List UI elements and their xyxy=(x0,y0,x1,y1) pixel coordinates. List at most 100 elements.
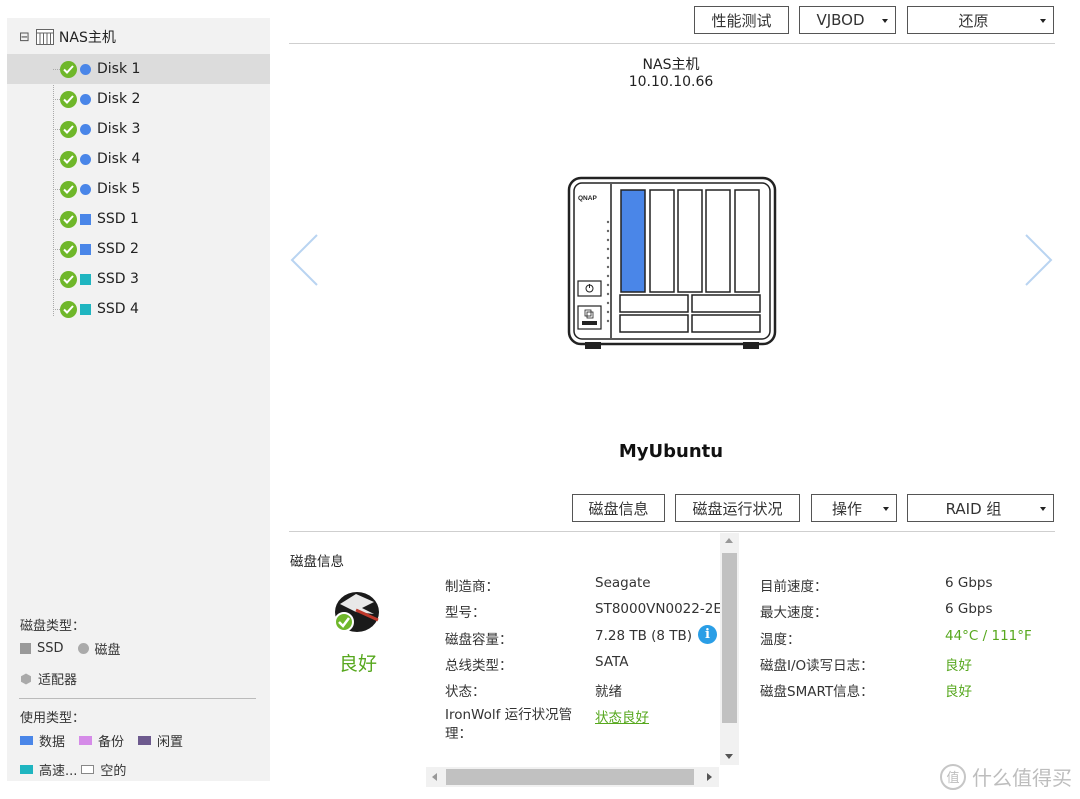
tree-item-label: Disk 4 xyxy=(97,151,141,167)
ssd-type-icon xyxy=(80,213,91,225)
restore-dropdown[interactable]: 还原 xyxy=(907,6,1054,34)
legend-data-label: 数据 xyxy=(39,735,66,750)
tree-root-label: NAS主机 xyxy=(58,30,116,46)
operation-dropdown[interactable]: 操作 xyxy=(811,494,897,522)
usage-type-legend-2: 高速... 空的 xyxy=(20,760,140,779)
device-name: NAS主机 xyxy=(642,57,700,73)
info-value: Seagate xyxy=(595,575,651,591)
legend-ssd-label: SSD xyxy=(37,641,64,656)
info-label: 型号： xyxy=(445,605,486,622)
raid-group-label: RAID 组 xyxy=(945,499,1002,518)
legend-idle-label: 闲置 xyxy=(157,735,184,750)
info-value: SATA xyxy=(595,653,629,670)
device-tree-sidebar: ⊟ NAS主机 Disk 1 Disk 2 Disk 3 Disk 4 Disk 5 SS… xyxy=(7,18,270,781)
tree-item-label: Disk 3 xyxy=(97,121,141,137)
tree-item-label: Disk 5 xyxy=(97,181,141,197)
status-ok-icon xyxy=(60,210,77,228)
tree-item-ssd-1[interactable]: SSD 1 xyxy=(7,204,270,234)
info-value: ST8000VN0022-2E. xyxy=(595,601,727,618)
tree-connector xyxy=(53,218,60,220)
tree-connector xyxy=(53,308,60,310)
ssd-type-icon xyxy=(80,303,91,315)
tree-item-disk-2[interactable]: Disk 2 xyxy=(7,84,270,114)
horizontal-scrollbar[interactable] xyxy=(426,767,719,787)
legend-empty-label: 空的 xyxy=(100,764,127,779)
disk-toolbar-divider xyxy=(289,531,1055,532)
info-label: 磁盘容量： xyxy=(445,631,513,648)
vjbod-dropdown[interactable]: VJBOD xyxy=(799,6,896,34)
empty-swatch-icon xyxy=(81,765,95,774)
adapter-hexagon-icon xyxy=(20,673,32,685)
data-swatch-icon xyxy=(20,736,33,745)
restore-label: 还原 xyxy=(958,11,989,30)
vertical-scroll-thumb[interactable] xyxy=(722,553,737,723)
disk-health-button-label: 磁盘运行状况 xyxy=(692,499,783,518)
performance-test-label: 性能测试 xyxy=(711,11,772,30)
status-ok-icon xyxy=(60,150,77,168)
tree-item-disk-5[interactable]: Disk 5 xyxy=(7,174,270,204)
tree-item-disk-4[interactable]: Disk 4 xyxy=(7,144,270,174)
tree-item-disk-3[interactable]: Disk 3 xyxy=(7,114,270,144)
tree-item-ssd-4[interactable]: SSD 4 xyxy=(7,294,270,324)
chevron-down-icon xyxy=(883,507,889,511)
chevron-down-icon xyxy=(1040,19,1046,23)
info-label: 磁盘I/O读写日志： xyxy=(760,657,874,674)
vertical-scrollbar[interactable] xyxy=(720,533,739,765)
tree-item-disk-1[interactable]: Disk 1 xyxy=(7,54,270,84)
disk-type-icon xyxy=(80,63,91,75)
site-watermark: 值 什么值得买 xyxy=(940,762,1072,791)
info-label: 状态： xyxy=(445,684,486,701)
tree-item-label: Disk 1 xyxy=(97,61,141,77)
info-icon[interactable]: i xyxy=(698,625,717,644)
status-ok-icon xyxy=(60,240,77,258)
performance-test-button[interactable]: 性能测试 xyxy=(694,6,789,34)
horizontal-scroll-thumb[interactable] xyxy=(446,769,694,785)
device-ip: 10.10.10.66 xyxy=(628,74,714,90)
idle-swatch-icon xyxy=(138,736,152,745)
disk-type-legend-title: 磁盘类型： xyxy=(20,619,86,634)
disk-health-button[interactable]: 磁盘运行状况 xyxy=(675,494,800,522)
scroll-up-icon[interactable] xyxy=(725,538,733,543)
next-arrow-icon[interactable] xyxy=(1024,233,1054,291)
cache-swatch-icon xyxy=(20,765,33,774)
ssd-swatch-icon xyxy=(20,643,31,654)
info-label: 温度： xyxy=(760,631,801,648)
chevron-down-icon xyxy=(882,19,888,23)
disk-type-icon xyxy=(80,93,91,105)
status-ok-icon xyxy=(60,180,77,198)
ssd-type-icon xyxy=(80,243,91,255)
status-ok-icon xyxy=(60,60,77,78)
collapse-toggle-icon[interactable]: ⊟ xyxy=(19,30,30,45)
info-label: 最大速度： xyxy=(760,605,828,622)
raid-group-dropdown[interactable]: RAID 组 xyxy=(907,494,1054,522)
tree-item-label: SSD 2 xyxy=(97,241,139,257)
toolbar-divider xyxy=(289,43,1055,44)
ironwolf-status-link[interactable]: 状态良好 xyxy=(595,706,649,726)
tree-item-ssd-2[interactable]: SSD 2 xyxy=(7,234,270,264)
info-label: 目前速度： xyxy=(760,579,828,595)
legend-divider xyxy=(19,698,256,699)
info-value: 良好 xyxy=(945,684,972,701)
health-status-text: 良好 xyxy=(338,653,377,675)
disk-type-legend: SSD 磁盘 xyxy=(20,639,135,658)
tree-connector xyxy=(53,98,60,100)
previous-arrow-icon[interactable] xyxy=(289,233,319,291)
adapter-legend: 适配器 xyxy=(20,669,91,688)
scroll-right-icon[interactable] xyxy=(707,773,712,781)
vjbod-label: VJBOD xyxy=(816,11,865,29)
status-ok-icon xyxy=(60,300,77,318)
disk-info-button[interactable]: 磁盘信息 xyxy=(572,494,665,522)
tree-item-ssd-3[interactable]: SSD 3 xyxy=(7,264,270,294)
info-value: 良好 xyxy=(945,657,972,674)
info-value: 44°C / 111°F xyxy=(945,627,1032,644)
scroll-down-icon[interactable] xyxy=(725,754,733,759)
usage-type-legend-title: 使用类型： xyxy=(20,711,86,726)
disk-type-icon xyxy=(80,183,91,195)
ironwolf-health-icon xyxy=(332,588,382,634)
tree-item-label: SSD 3 xyxy=(97,271,139,287)
watermark-logo-icon: 值 xyxy=(940,763,966,790)
scroll-left-icon[interactable] xyxy=(432,773,437,781)
tree-connector xyxy=(53,128,60,130)
tree-root-nas[interactable]: ⊟ NAS主机 xyxy=(19,26,116,48)
tree-connector xyxy=(53,158,60,160)
